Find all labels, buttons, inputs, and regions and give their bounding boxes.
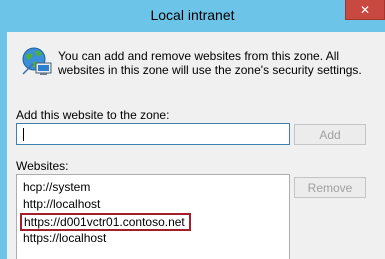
list-item[interactable]: hcp://system (23, 180, 90, 195)
list-item-highlighted[interactable]: https://d001vctr01.contoso.net (20, 213, 191, 231)
close-button[interactable]: ✕ (345, 0, 385, 20)
remove-button[interactable]: Remove (294, 177, 366, 198)
add-website-label: Add this website to the zone: (16, 108, 170, 122)
window-title: Local intranet (150, 7, 235, 23)
title-bar[interactable]: Local intranet ✕ (0, 0, 385, 32)
websites-label: Websites: (16, 159, 69, 173)
dialog-client-area: You can add and remove websites from thi… (7, 32, 385, 259)
local-intranet-dialog: Local intranet ✕ You can add and remove … (0, 0, 385, 259)
list-item[interactable]: https://localhost (23, 231, 106, 246)
list-item[interactable]: http://localhost (23, 197, 100, 212)
text-caret (23, 128, 24, 141)
globe-computer-icon (22, 47, 52, 75)
close-icon: ✕ (359, 2, 371, 17)
websites-list[interactable]: hcp://system http://localhost https://d0… (16, 174, 290, 259)
add-button[interactable]: Add (294, 124, 366, 145)
zone-description: You can add and remove websites from thi… (58, 49, 362, 77)
add-website-input[interactable] (16, 123, 290, 145)
